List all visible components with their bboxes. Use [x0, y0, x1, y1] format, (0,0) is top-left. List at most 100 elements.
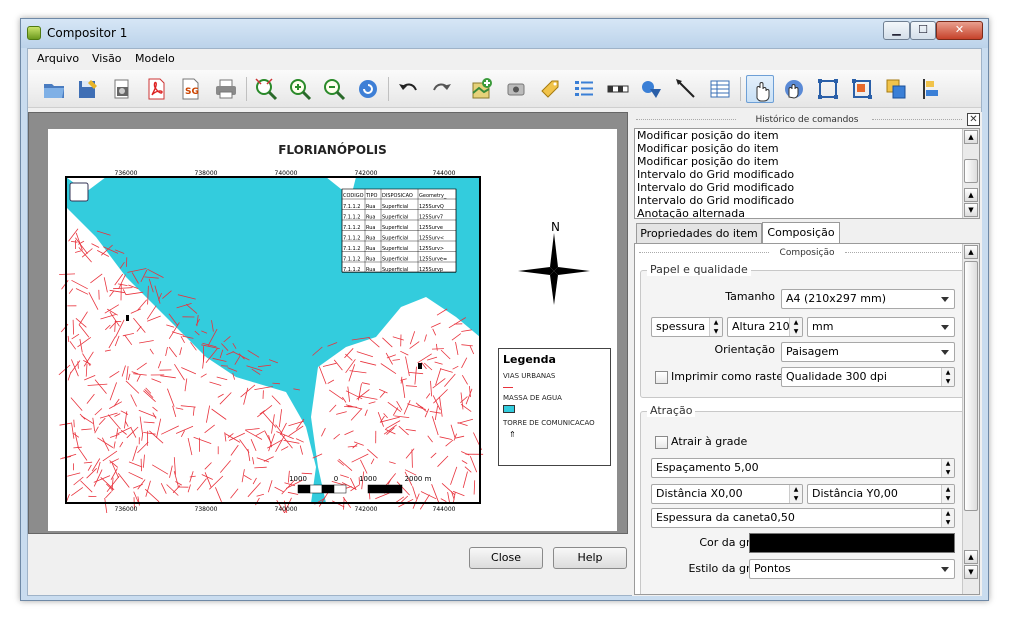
table-cell: Superficial [382, 225, 408, 231]
add-shape-icon[interactable] [638, 75, 666, 103]
composition-scrollbar[interactable]: ▲ ▲ ▼ [962, 244, 979, 594]
list-item[interactable]: Intervalo do Grid modificado [635, 181, 979, 194]
list-item[interactable]: Anotação alternada [635, 207, 979, 218]
size-label: Tamanho [725, 290, 775, 303]
export-image-icon[interactable] [108, 75, 136, 103]
bottom-tick-label: 738000 [195, 506, 218, 513]
minimize-button[interactable]: ▁ [883, 21, 910, 40]
list-item[interactable]: Modificar posição do item [635, 155, 979, 168]
tab-composition[interactable]: Composição [762, 222, 840, 244]
print-raster-checkbox[interactable] [655, 371, 668, 384]
history-list[interactable]: Modificar posição do item Modificar posi… [634, 128, 980, 219]
open-folder-icon[interactable] [40, 75, 68, 103]
ungroup-icon[interactable] [848, 75, 876, 103]
quality-dpi-stepper[interactable]: Qualidade 300 dpi ▲ ▼ [781, 367, 955, 387]
scroll-down-icon[interactable]: ▲ [964, 188, 978, 202]
table-header: TIPO [365, 193, 378, 199]
history-scrollbar[interactable]: ▲ ▲ ▼ [962, 129, 979, 218]
toolbar-separator [740, 77, 741, 101]
map-title: FLORIANÓPOLIS [278, 143, 387, 157]
scroll-down-icon[interactable]: ▼ [964, 203, 978, 217]
title-bar[interactable]: Compositor 1 ▁ ☐ ✕ [21, 19, 988, 48]
pen-width-stepper[interactable]: Espessura da caneta0,50 ▲ ▼ [651, 508, 955, 528]
redo-icon[interactable] [428, 75, 456, 103]
tab-item-properties[interactable]: Propriedades do item [636, 223, 762, 244]
paper-unit-select[interactable]: mm [807, 317, 955, 337]
legend-item[interactable]: Legenda VIAS URBANAS MASSA DE AGUA TORRE… [498, 348, 611, 466]
table-cell: Rua [366, 215, 375, 221]
paper-height-stepper[interactable]: Altura 210 ▲ ▼ [727, 317, 803, 337]
add-label-icon[interactable] [536, 75, 564, 103]
composer-canvas[interactable]: FLORIANÓPOLIS 736000 738000 740000 742000 74… [28, 112, 628, 534]
stepper-arrows-icon[interactable]: ▲ ▼ [941, 459, 954, 477]
list-item[interactable]: Intervalo do Grid modificado [635, 194, 979, 207]
raise-items-icon[interactable] [882, 75, 910, 103]
print-icon[interactable] [212, 75, 240, 103]
scroll-down-icon[interactable]: ▼ [964, 565, 978, 579]
stepper-arrows-icon[interactable]: ▲ ▼ [941, 485, 954, 503]
scroll-up-icon[interactable]: ▲ [964, 550, 978, 564]
close-history-panel-icon[interactable]: ✕ [967, 113, 980, 126]
grid-spacing-stepper[interactable]: Espaçamento 5,00 ▲ ▼ [651, 458, 955, 478]
paper-size-select[interactable]: A4 (210x297 mm) [781, 289, 955, 309]
table-cell: 125Surve= [419, 257, 447, 263]
export-svg-icon[interactable]: SG [176, 75, 204, 103]
scroll-up-icon[interactable]: ▲ [964, 130, 978, 144]
dock-grip [845, 252, 965, 254]
orientation-select[interactable]: Paisagem [781, 342, 955, 362]
add-arrow-icon[interactable] [672, 75, 700, 103]
scroll-thumb[interactable] [964, 159, 978, 183]
stepper-arrows-icon[interactable]: ▲ ▼ [789, 318, 802, 336]
save-template-icon[interactable] [74, 75, 102, 103]
move-content-icon[interactable] [780, 75, 808, 103]
snap-group-title: Atração [647, 404, 696, 417]
grid-style-select[interactable]: Pontos [749, 559, 955, 579]
table-cell: 7.1.1.2 [343, 257, 361, 263]
table-cell: 125Survp [419, 267, 443, 273]
zoom-full-icon[interactable] [252, 75, 280, 103]
menu-visao[interactable]: Visão [92, 52, 122, 65]
undo-icon[interactable] [394, 75, 422, 103]
menu-arquivo[interactable]: Arquivo [37, 52, 79, 65]
align-items-icon[interactable] [918, 75, 946, 103]
refresh-icon[interactable] [354, 75, 382, 103]
group-icon[interactable] [814, 75, 842, 103]
table-header: CODIGO [343, 193, 364, 199]
map-item[interactable]: 736000 738000 740000 742000 744000 736000 7380… [56, 167, 490, 513]
help-button[interactable]: Help [553, 547, 627, 569]
stepper-arrows-icon[interactable]: ▲ ▼ [789, 485, 802, 503]
maximize-button[interactable]: ☐ [910, 21, 936, 40]
add-table-icon[interactable] [706, 75, 734, 103]
export-pdf-icon[interactable] [142, 75, 170, 103]
grid-offset-y-stepper[interactable]: Distância Y0,00 ▲ ▼ [807, 484, 955, 504]
scroll-thumb[interactable] [964, 261, 978, 511]
stepper-arrows-icon[interactable]: ▲ ▼ [941, 509, 954, 527]
close-button[interactable]: Close [469, 547, 543, 569]
close-window-button[interactable]: ✕ [936, 21, 983, 40]
zoom-out-icon[interactable] [320, 75, 348, 103]
list-item[interactable]: Modificar posição do item [635, 129, 979, 142]
snap-to-grid-checkbox[interactable] [655, 436, 668, 449]
north-arrow[interactable]: N [516, 219, 592, 305]
grid-offset-x-stepper[interactable]: Distância X0,00 ▲ ▼ [651, 484, 803, 504]
list-item[interactable]: Intervalo do Grid modificado [635, 168, 979, 181]
paper-width-stepper[interactable]: spessura 2 ▲ ▼ [651, 317, 723, 337]
grid-color-button[interactable] [749, 533, 955, 553]
add-image-icon[interactable] [502, 75, 530, 103]
stepper-arrows-icon[interactable]: ▲ ▼ [709, 318, 722, 336]
stepper-arrows-icon[interactable]: ▲ ▼ [941, 368, 954, 386]
add-scalebar-icon[interactable] [604, 75, 632, 103]
list-item[interactable]: Modificar posição do item [635, 142, 979, 155]
grid-spacing-value: Espaçamento 5,00 [656, 461, 759, 474]
add-legend-icon[interactable] [570, 75, 598, 103]
table-cell: Superficial [382, 215, 408, 221]
table-cell: Rua [366, 267, 375, 273]
menu-modelo[interactable]: Modelo [135, 52, 175, 65]
scroll-up-icon[interactable]: ▲ [964, 245, 978, 259]
select-move-icon[interactable] [746, 75, 774, 103]
scalebar-segment [367, 484, 403, 494]
zoom-in-icon[interactable] [286, 75, 314, 103]
add-map-icon[interactable] [468, 75, 496, 103]
menu-bar: Arquivo Visão Modelo [28, 49, 981, 69]
top-tick-label: 744000 [433, 170, 456, 177]
